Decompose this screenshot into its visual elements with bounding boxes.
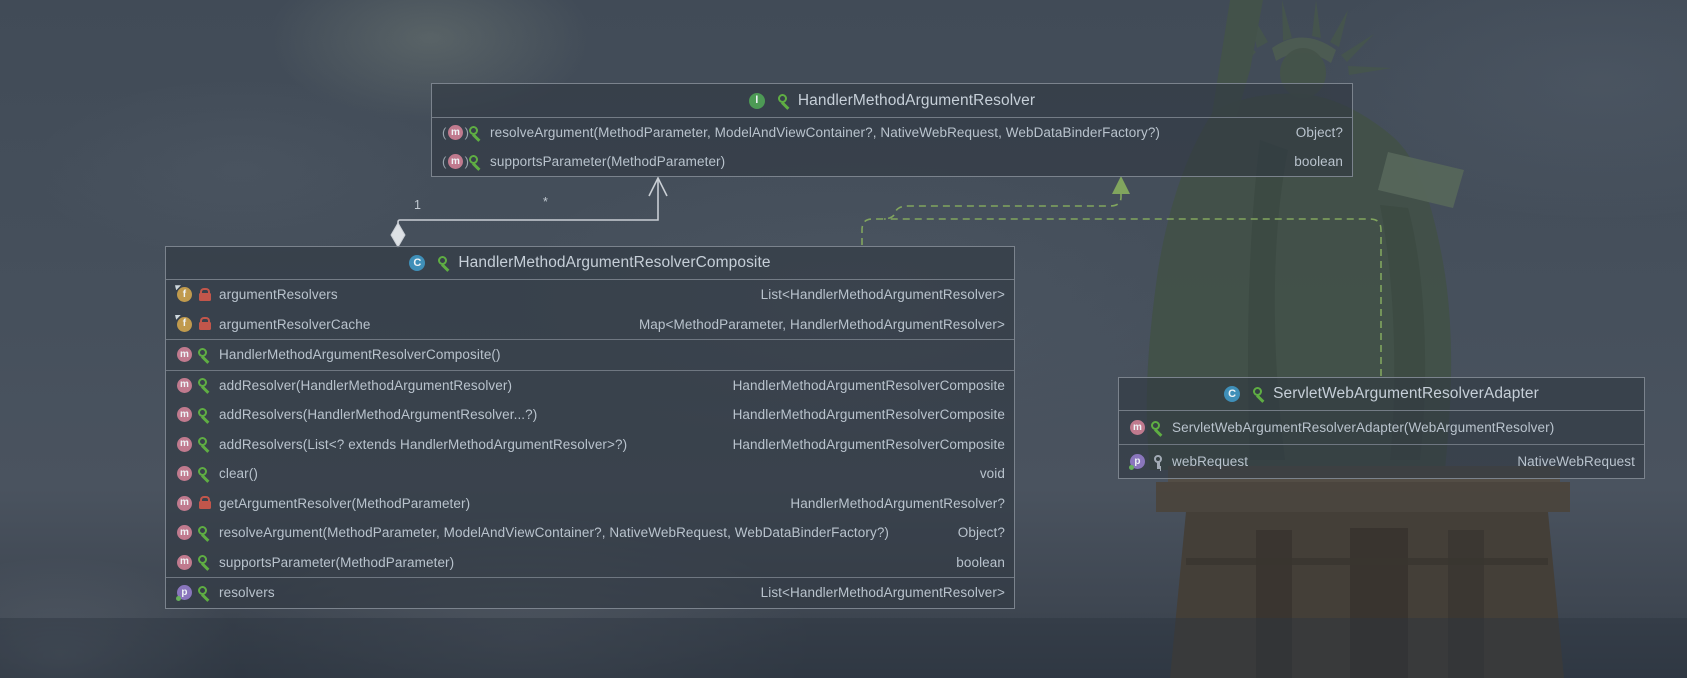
constructor-row[interactable]: m ServletWebArgumentResolverAdapter(WebA… xyxy=(1119,411,1644,444)
class-title[interactable]: C ServletWebArgumentResolverAdapter xyxy=(1119,378,1644,411)
field-row-argument-resolvers[interactable]: f argumentResolvers List<HandlerMethodAr… xyxy=(166,280,1014,310)
member-type: List<HandlerMethodArgumentResolver> xyxy=(743,585,1005,600)
field-icon: f xyxy=(177,317,192,332)
method-icon: m xyxy=(177,378,192,393)
member-name: argumentResolvers xyxy=(219,287,338,302)
method-icon: m xyxy=(177,437,192,452)
member-name: resolveArgument(MethodParameter, ModelAn… xyxy=(219,525,889,540)
public-visibility-icon xyxy=(198,408,211,422)
class-node-servlet-web-argument-resolver-adapter[interactable]: C ServletWebArgumentResolverAdapter m Se… xyxy=(1118,377,1645,479)
abstract-method-icon: m xyxy=(448,154,463,169)
member-name: supportsParameter(MethodParameter) xyxy=(219,555,454,570)
class-name: HandlerMethodArgumentResolver xyxy=(798,92,1035,110)
member-row-add-resolvers-varargs[interactable]: m addResolvers(HandlerMethodArgumentReso… xyxy=(166,400,1014,430)
member-name: resolveArgument(MethodParameter, ModelAn… xyxy=(490,125,1160,140)
member-row-add-resolvers-list[interactable]: m addResolvers(List<? extends HandlerMet… xyxy=(166,430,1014,460)
member-name: addResolvers(HandlerMethodArgumentResolv… xyxy=(219,407,537,422)
member-type: HandlerMethodArgumentResolverComposite xyxy=(715,407,1005,422)
member-type: List<HandlerMethodArgumentResolver> xyxy=(743,287,1005,302)
method-icon: m xyxy=(177,407,192,422)
member-name: getArgumentResolver(MethodParameter) xyxy=(219,496,470,511)
member-row-supports-parameter[interactable]: m supportsParameter(MethodParameter) boo… xyxy=(432,147,1352,176)
class-name: ServletWebArgumentResolverAdapter xyxy=(1273,385,1539,403)
member-row-supports-parameter[interactable]: m supportsParameter(MethodParameter) boo… xyxy=(166,548,1014,578)
member-name: ServletWebArgumentResolverAdapter(WebArg… xyxy=(1172,420,1554,435)
member-name: webRequest xyxy=(1172,454,1248,469)
implements-arrowhead xyxy=(1112,176,1130,194)
private-lock-icon xyxy=(198,496,211,510)
uml-diagram-canvas: 1 * I HandlerMethodArgumentResolver m re… xyxy=(0,0,1687,678)
public-visibility-icon xyxy=(198,586,211,600)
member-name: clear() xyxy=(219,466,258,481)
member-type: boolean xyxy=(1276,154,1343,169)
method-icon: m xyxy=(177,525,192,540)
constructor-row[interactable]: m HandlerMethodArgumentResolverComposite… xyxy=(166,339,1014,370)
member-type: void xyxy=(962,466,1005,481)
member-row-resolve-argument[interactable]: m resolveArgument(MethodParameter, Model… xyxy=(166,518,1014,548)
member-type: HandlerMethodArgumentResolverComposite xyxy=(715,437,1005,452)
member-row-get-argument-resolver[interactable]: m getArgumentResolver(MethodParameter) H… xyxy=(166,489,1014,519)
private-lock-icon xyxy=(198,317,211,331)
public-visibility-icon xyxy=(438,256,451,270)
method-icon: m xyxy=(177,466,192,481)
method-icon: m xyxy=(1130,420,1145,435)
member-type: Map<MethodParameter, HandlerMethodArgume… xyxy=(621,317,1005,332)
public-visibility-icon xyxy=(469,126,482,140)
method-icon: m xyxy=(177,555,192,570)
class-title[interactable]: C HandlerMethodArgumentResolverComposite xyxy=(166,247,1014,280)
multiplicity-label-one: 1 xyxy=(414,198,421,212)
public-visibility-icon xyxy=(469,155,482,169)
private-lock-icon xyxy=(198,288,211,302)
member-type: Object? xyxy=(940,525,1005,540)
property-icon: p xyxy=(1130,454,1145,469)
field-row-argument-resolver-cache[interactable]: f argumentResolverCache Map<MethodParame… xyxy=(166,310,1014,340)
public-visibility-icon xyxy=(778,94,791,108)
class-icon: C xyxy=(409,255,425,271)
member-type: Object? xyxy=(1278,125,1343,140)
member-type: HandlerMethodArgumentResolverComposite xyxy=(715,378,1005,393)
public-visibility-icon xyxy=(1151,421,1164,435)
member-name: argumentResolverCache xyxy=(219,317,370,332)
class-node-handler-method-argument-resolver-composite[interactable]: C HandlerMethodArgumentResolverComposite… xyxy=(165,246,1015,609)
member-type: boolean xyxy=(938,555,1005,570)
member-name: resolvers xyxy=(219,585,275,600)
method-icon: m xyxy=(177,347,192,362)
field-icon: f xyxy=(177,287,192,302)
public-visibility-icon xyxy=(198,526,211,540)
public-visibility-icon xyxy=(198,378,211,392)
member-type: HandlerMethodArgumentResolver? xyxy=(772,496,1005,511)
protected-key-icon xyxy=(1151,455,1164,469)
property-icon: p xyxy=(177,585,192,600)
aggregation-edge xyxy=(398,178,667,226)
member-name: HandlerMethodArgumentResolverComposite() xyxy=(219,347,501,362)
multiplicity-label-many: * xyxy=(543,195,548,209)
abstract-method-icon: m xyxy=(448,125,463,140)
aggregation-line xyxy=(398,179,658,226)
class-title[interactable]: I HandlerMethodArgumentResolver xyxy=(432,84,1352,118)
method-icon: m xyxy=(177,496,192,511)
class-icon: C xyxy=(1224,386,1240,402)
member-row-clear[interactable]: m clear() void xyxy=(166,459,1014,489)
public-visibility-icon xyxy=(198,437,211,451)
property-row-web-request[interactable]: p webRequest NativeWebRequest xyxy=(1119,444,1644,478)
member-row-add-resolver[interactable]: m addResolver(HandlerMethodArgumentResol… xyxy=(166,370,1014,401)
public-visibility-icon xyxy=(1253,387,1266,401)
member-name: addResolver(HandlerMethodArgumentResolve… xyxy=(219,378,512,393)
class-node-handler-method-argument-resolver[interactable]: I HandlerMethodArgumentResolver m resolv… xyxy=(431,83,1353,177)
member-row-resolve-argument[interactable]: m resolveArgument(MethodParameter, Model… xyxy=(432,118,1352,147)
public-visibility-icon xyxy=(198,555,211,569)
public-visibility-icon xyxy=(198,467,211,481)
class-name: HandlerMethodArgumentResolverComposite xyxy=(458,254,770,272)
member-type: NativeWebRequest xyxy=(1499,454,1635,469)
member-name: addResolvers(List<? extends HandlerMetho… xyxy=(219,437,627,452)
aggregation-diamond xyxy=(391,223,405,247)
member-name: supportsParameter(MethodParameter) xyxy=(490,154,725,169)
interface-icon: I xyxy=(749,93,765,109)
property-row-resolvers[interactable]: p resolvers List<HandlerMethodArgumentRe… xyxy=(166,577,1014,608)
public-visibility-icon xyxy=(198,348,211,362)
